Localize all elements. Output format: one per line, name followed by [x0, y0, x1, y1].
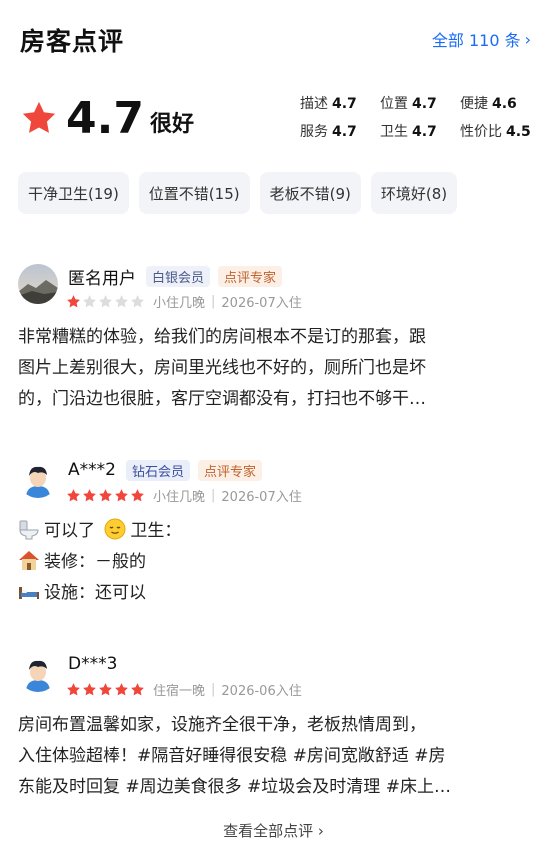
sub-score-service: 服务 4.7: [300, 124, 357, 140]
stay-date: 2026-07入住: [221, 490, 302, 505]
view-all-label: 查看全部点评: [223, 822, 314, 840]
expert-badge: 点评专家: [197, 459, 262, 481]
review-tags: 干净卫生(19) 位置不错(15) 老板不错(9) 环境好(8): [18, 172, 458, 214]
all-reviews-label: 全部 110 条: [431, 31, 521, 50]
member-badge: 白银会员: [146, 265, 211, 287]
tag-clean[interactable]: 干净卫生(19): [18, 172, 129, 214]
sub-score-convenience: 便捷 4.6: [460, 96, 517, 112]
member-badge: 钻石会员: [125, 459, 190, 481]
star-empty-icon: [83, 295, 96, 308]
star-empty-icon: [99, 295, 112, 308]
sub-score-description: 描述 4.7: [300, 96, 357, 112]
avatar[interactable]: [18, 458, 58, 498]
review-meta: 小住几晚 | 2026-07入住: [66, 486, 302, 505]
review-text: 可以了 卫生： 装修：－般的 设施：还可以: [18, 516, 533, 609]
review-line: 东能及时回复 #周边美食很多 #垃圾会及时清理 #床上…: [18, 777, 451, 797]
score-value: 4.7: [66, 92, 144, 144]
section-title: 房客点评: [20, 27, 125, 56]
house-icon: [19, 551, 39, 570]
sub-score-row: 服务 4.7 卫生 4.7 性价比 4.5: [300, 117, 540, 145]
star-filled-icon: [115, 683, 128, 696]
sub-scores: 描述 4.7 位置 4.7 便捷 4.6 服务 4.7 卫生 4.7 性价比 4.5: [300, 89, 540, 145]
review-line: 图片上差别很大，房间里光线也不好的，厕所门也是坏: [18, 358, 426, 378]
sub-score-location: 位置 4.7: [380, 96, 437, 112]
review-line: 入住体验超棒！#隔音好睡得很安稳 #房间宽敞舒适 #房: [18, 746, 446, 766]
star-filled-icon: [131, 489, 144, 502]
review-text: 非常糟糕的体验，给我们的房间根本不是订的那套，跟 图片上差别很大，房间里光线也不…: [18, 322, 533, 415]
view-all-reviews-button[interactable]: 查看全部点评 ›: [0, 820, 547, 841]
stay-type: 住宿一晚: [153, 684, 206, 699]
star-filled-icon: [99, 683, 112, 696]
divider: |: [211, 294, 216, 309]
user-name-row: D***3: [68, 652, 119, 676]
divider: |: [211, 682, 216, 697]
reviews-header: 房客点评 全部 110 条 ›: [0, 0, 547, 78]
review-line: 设施：还可以: [18, 578, 533, 609]
star-filled-icon: [67, 489, 80, 502]
star-rating: [66, 294, 145, 309]
review-line: 的，门沿边也很脏，客厅空调都没有，打扫也不够干…: [18, 389, 426, 409]
stay-type: 小住几晚: [153, 296, 206, 311]
review-item[interactable]: A***2 钻石会员 点评专家 小住几晚 | 2026-07入住 可以了 卫生：: [18, 458, 533, 608]
star-filled-icon: [67, 683, 80, 696]
sub-score-row: 描述 4.7 位置 4.7 便捷 4.6: [300, 89, 540, 117]
user-name: D***3: [68, 654, 118, 674]
star-filled-icon: [83, 489, 96, 502]
review-meta: 住宿一晚 | 2026-06入住: [66, 680, 302, 699]
review-item[interactable]: 匿名用户 白银会员 点评专家 小住几晚 | 2026-07入住 非常糟糕的体验，…: [18, 264, 533, 424]
sub-score-hygiene: 卫生 4.7: [380, 124, 437, 140]
stay-date: 2026-07入住: [221, 296, 302, 311]
review-item[interactable]: D***3 住宿一晚 | 2026-06入住 房间布置温馨如家，设施齐全很干净，…: [18, 652, 533, 812]
review-text: 房间布置温馨如家，设施齐全很干净，老板热情周到， 入住体验超棒！#隔音好睡得很安…: [18, 710, 533, 803]
stay-date: 2026-06入住: [221, 684, 302, 699]
review-line: 可以了 卫生：: [18, 516, 533, 547]
review-line: 装修：－般的: [18, 547, 533, 578]
relieved-face-icon: [104, 518, 126, 540]
review-line: 房间布置温馨如家，设施齐全很干净，老板热情周到，: [18, 715, 426, 735]
user-name: A***2: [68, 460, 116, 480]
star-empty-icon: [131, 295, 144, 308]
overall-score: 4.7 很好: [20, 88, 194, 148]
stay-type: 小住几晚: [153, 490, 206, 505]
avatar[interactable]: [18, 264, 58, 304]
divider: |: [211, 488, 216, 503]
review-line: 非常糟糕的体验，给我们的房间根本不是订的那套，跟: [18, 327, 426, 347]
star-filled-icon: [131, 683, 144, 696]
score-word: 很好: [149, 112, 194, 137]
toilet-icon: [19, 520, 39, 540]
star-filled-icon: [115, 489, 128, 502]
review-meta: 小住几晚 | 2026-07入住: [66, 292, 302, 311]
user-name-row: A***2 钻石会员 点评专家: [68, 458, 262, 482]
tag-environment[interactable]: 环境好(8): [370, 172, 458, 214]
star-rating: [66, 488, 145, 503]
expert-badge: 点评专家: [218, 265, 283, 287]
star-rating: [66, 682, 145, 697]
avatar[interactable]: [18, 652, 58, 692]
star-filled-icon: [99, 489, 112, 502]
user-name: 匿名用户: [68, 268, 136, 289]
star-empty-icon: [115, 295, 128, 308]
sub-score-value: 性价比 4.5: [460, 124, 531, 140]
chevron-right-icon: ›: [524, 29, 531, 49]
all-reviews-link[interactable]: 全部 110 条 ›: [432, 27, 531, 51]
star-filled-icon: [67, 295, 80, 308]
tag-location[interactable]: 位置不错(15): [138, 172, 250, 214]
star-filled-icon: [83, 683, 96, 696]
bed-icon: [19, 587, 39, 599]
user-name-row: 匿名用户 白银会员 点评专家: [68, 264, 283, 289]
star-icon: [22, 101, 56, 133]
tag-host[interactable]: 老板不错(9): [259, 172, 361, 214]
chevron-right-icon: ›: [317, 822, 324, 840]
